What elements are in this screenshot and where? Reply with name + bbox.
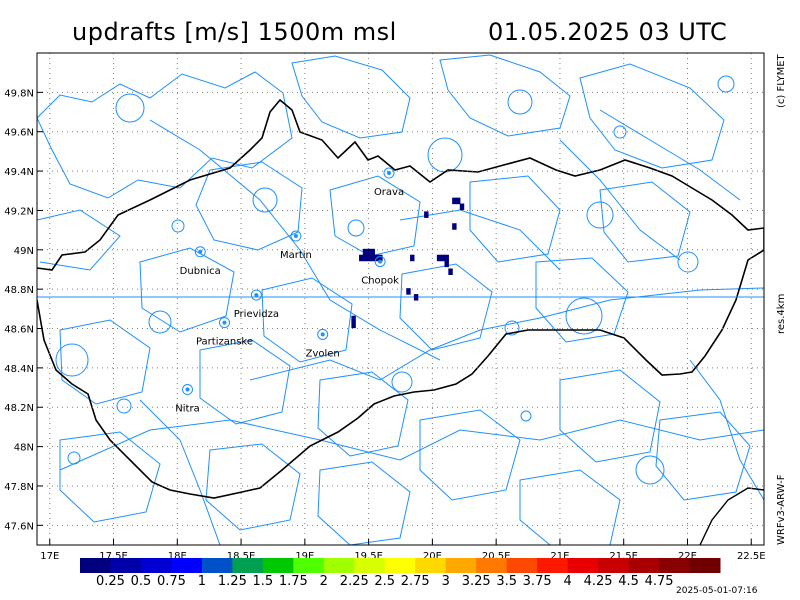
city-label: Orava: [374, 187, 404, 198]
colorbar-label: 3.75: [522, 574, 552, 589]
updraft-cell: [370, 248, 375, 256]
colorbar-label: 3: [441, 574, 450, 589]
colorbar-swatch: [476, 558, 508, 573]
updraft-cell: [362, 254, 368, 262]
city-dot: [222, 320, 227, 325]
colorbar: [80, 558, 721, 573]
colorbar-swatch: [110, 558, 142, 573]
colorbar-swatch: [445, 558, 477, 573]
city-label: Martin: [280, 250, 312, 261]
updraft-map: Orava Martin Dubnica Chopok Prievidza Partiza…: [4, 52, 766, 573]
colorbar-label: 1.25: [217, 574, 247, 589]
colorbar-label: 4.25: [583, 574, 613, 589]
lon-label: 17E: [40, 551, 59, 562]
updraft-cell: [448, 268, 453, 275]
updraft-cell: [440, 254, 446, 262]
updraft-cell: [424, 211, 429, 218]
colorbar-swatch: [506, 558, 538, 573]
updraft-cell: [351, 315, 356, 323]
lat-label: 47.8N: [4, 482, 34, 493]
colorbar-swatch: [140, 558, 172, 573]
colorbar-swatch: [232, 558, 264, 573]
city-label: Nitra: [175, 404, 199, 415]
city-dot: [320, 332, 325, 337]
updraft-cell: [444, 260, 449, 268]
city-dot: [378, 259, 383, 264]
colorbar-label: 0.25: [95, 574, 125, 589]
lat-label: 49.6N: [4, 128, 34, 139]
lat-label: 49N: [14, 246, 34, 257]
colorbar-swatch: [598, 558, 630, 573]
lat-label: 48.2N: [4, 403, 34, 414]
colorbar-swatch: [201, 558, 233, 573]
updraft-cell: [452, 223, 457, 230]
lat-label: 48.4N: [4, 364, 34, 375]
city-dot: [185, 387, 190, 392]
updraft-cell: [406, 288, 411, 295]
colorbar-label: 2: [319, 574, 328, 589]
colorbar-swatch: [293, 558, 325, 573]
colorbar-swatch: [171, 558, 203, 573]
updraft-cell: [436, 254, 442, 262]
colorbar-swatch: [80, 558, 111, 573]
colorbar-label: 4.75: [644, 574, 674, 589]
updraft-cell: [410, 254, 415, 262]
colorbar-label: 1.5: [252, 574, 274, 589]
updraft-cell: [366, 248, 372, 256]
updraft-cell: [359, 254, 364, 262]
colorbar-swatch: [537, 558, 569, 573]
updraft-cell: [455, 197, 461, 205]
updraft-cell: [366, 254, 372, 262]
colorbar-swatch: [689, 558, 721, 573]
colorbar-label: 1.75: [278, 574, 308, 589]
colorbar-label: 2.5: [374, 574, 396, 589]
city-label: Partizanske: [196, 337, 253, 348]
colorbar-label: 4: [563, 574, 572, 589]
city-dot: [293, 234, 298, 239]
updraft-cell: [452, 197, 457, 205]
colorbar-label: 0.5: [130, 574, 152, 589]
lat-label: 48.6N: [4, 325, 34, 336]
colorbar-label: 0.75: [156, 574, 186, 589]
colorbar-label: 2.25: [339, 574, 369, 589]
colorbar-label: 2.75: [400, 574, 430, 589]
updraft-cell: [370, 254, 375, 262]
city-label: Chopok: [361, 276, 399, 287]
colorbar-label: 3.25: [461, 574, 491, 589]
updraft-cell: [444, 254, 449, 262]
city-label: Zvolen: [306, 348, 340, 359]
colorbar-swatch: [415, 558, 447, 573]
lon-label: 22.5E: [737, 551, 766, 562]
colorbar-swatch: [384, 558, 416, 573]
colorbar-swatch: [567, 558, 599, 573]
updraft-cell: [362, 248, 368, 256]
updraft-cell: [351, 321, 356, 329]
lat-label: 47.6N: [4, 521, 34, 532]
updraft-cell: [413, 294, 419, 301]
lat-label: 49.2N: [4, 206, 34, 217]
colorbar-label: 3.5: [496, 574, 517, 589]
city-label: Dubnica: [180, 266, 221, 277]
city-dot: [254, 293, 259, 298]
colorbar-label: 4.5: [618, 574, 639, 589]
lat-label: 49.4N: [4, 167, 34, 178]
lat-label: 48N: [14, 443, 34, 454]
run-timestamp: 2025-05-01-07:16: [676, 586, 758, 596]
colorbar-label: 1: [197, 574, 207, 589]
lat-label: 49.8N: [4, 88, 34, 99]
city-dot: [387, 171, 392, 176]
colorbar-swatch: [323, 558, 355, 573]
lat-label: 48.8N: [4, 285, 34, 296]
colorbar-swatch: [354, 558, 386, 573]
updraft-cell: [459, 203, 465, 211]
colorbar-swatch: [659, 558, 691, 573]
city-label: Prievidza: [234, 309, 279, 320]
city-dot: [198, 249, 203, 254]
colorbar-swatch: [262, 558, 294, 573]
colorbar-swatch: [628, 558, 660, 573]
